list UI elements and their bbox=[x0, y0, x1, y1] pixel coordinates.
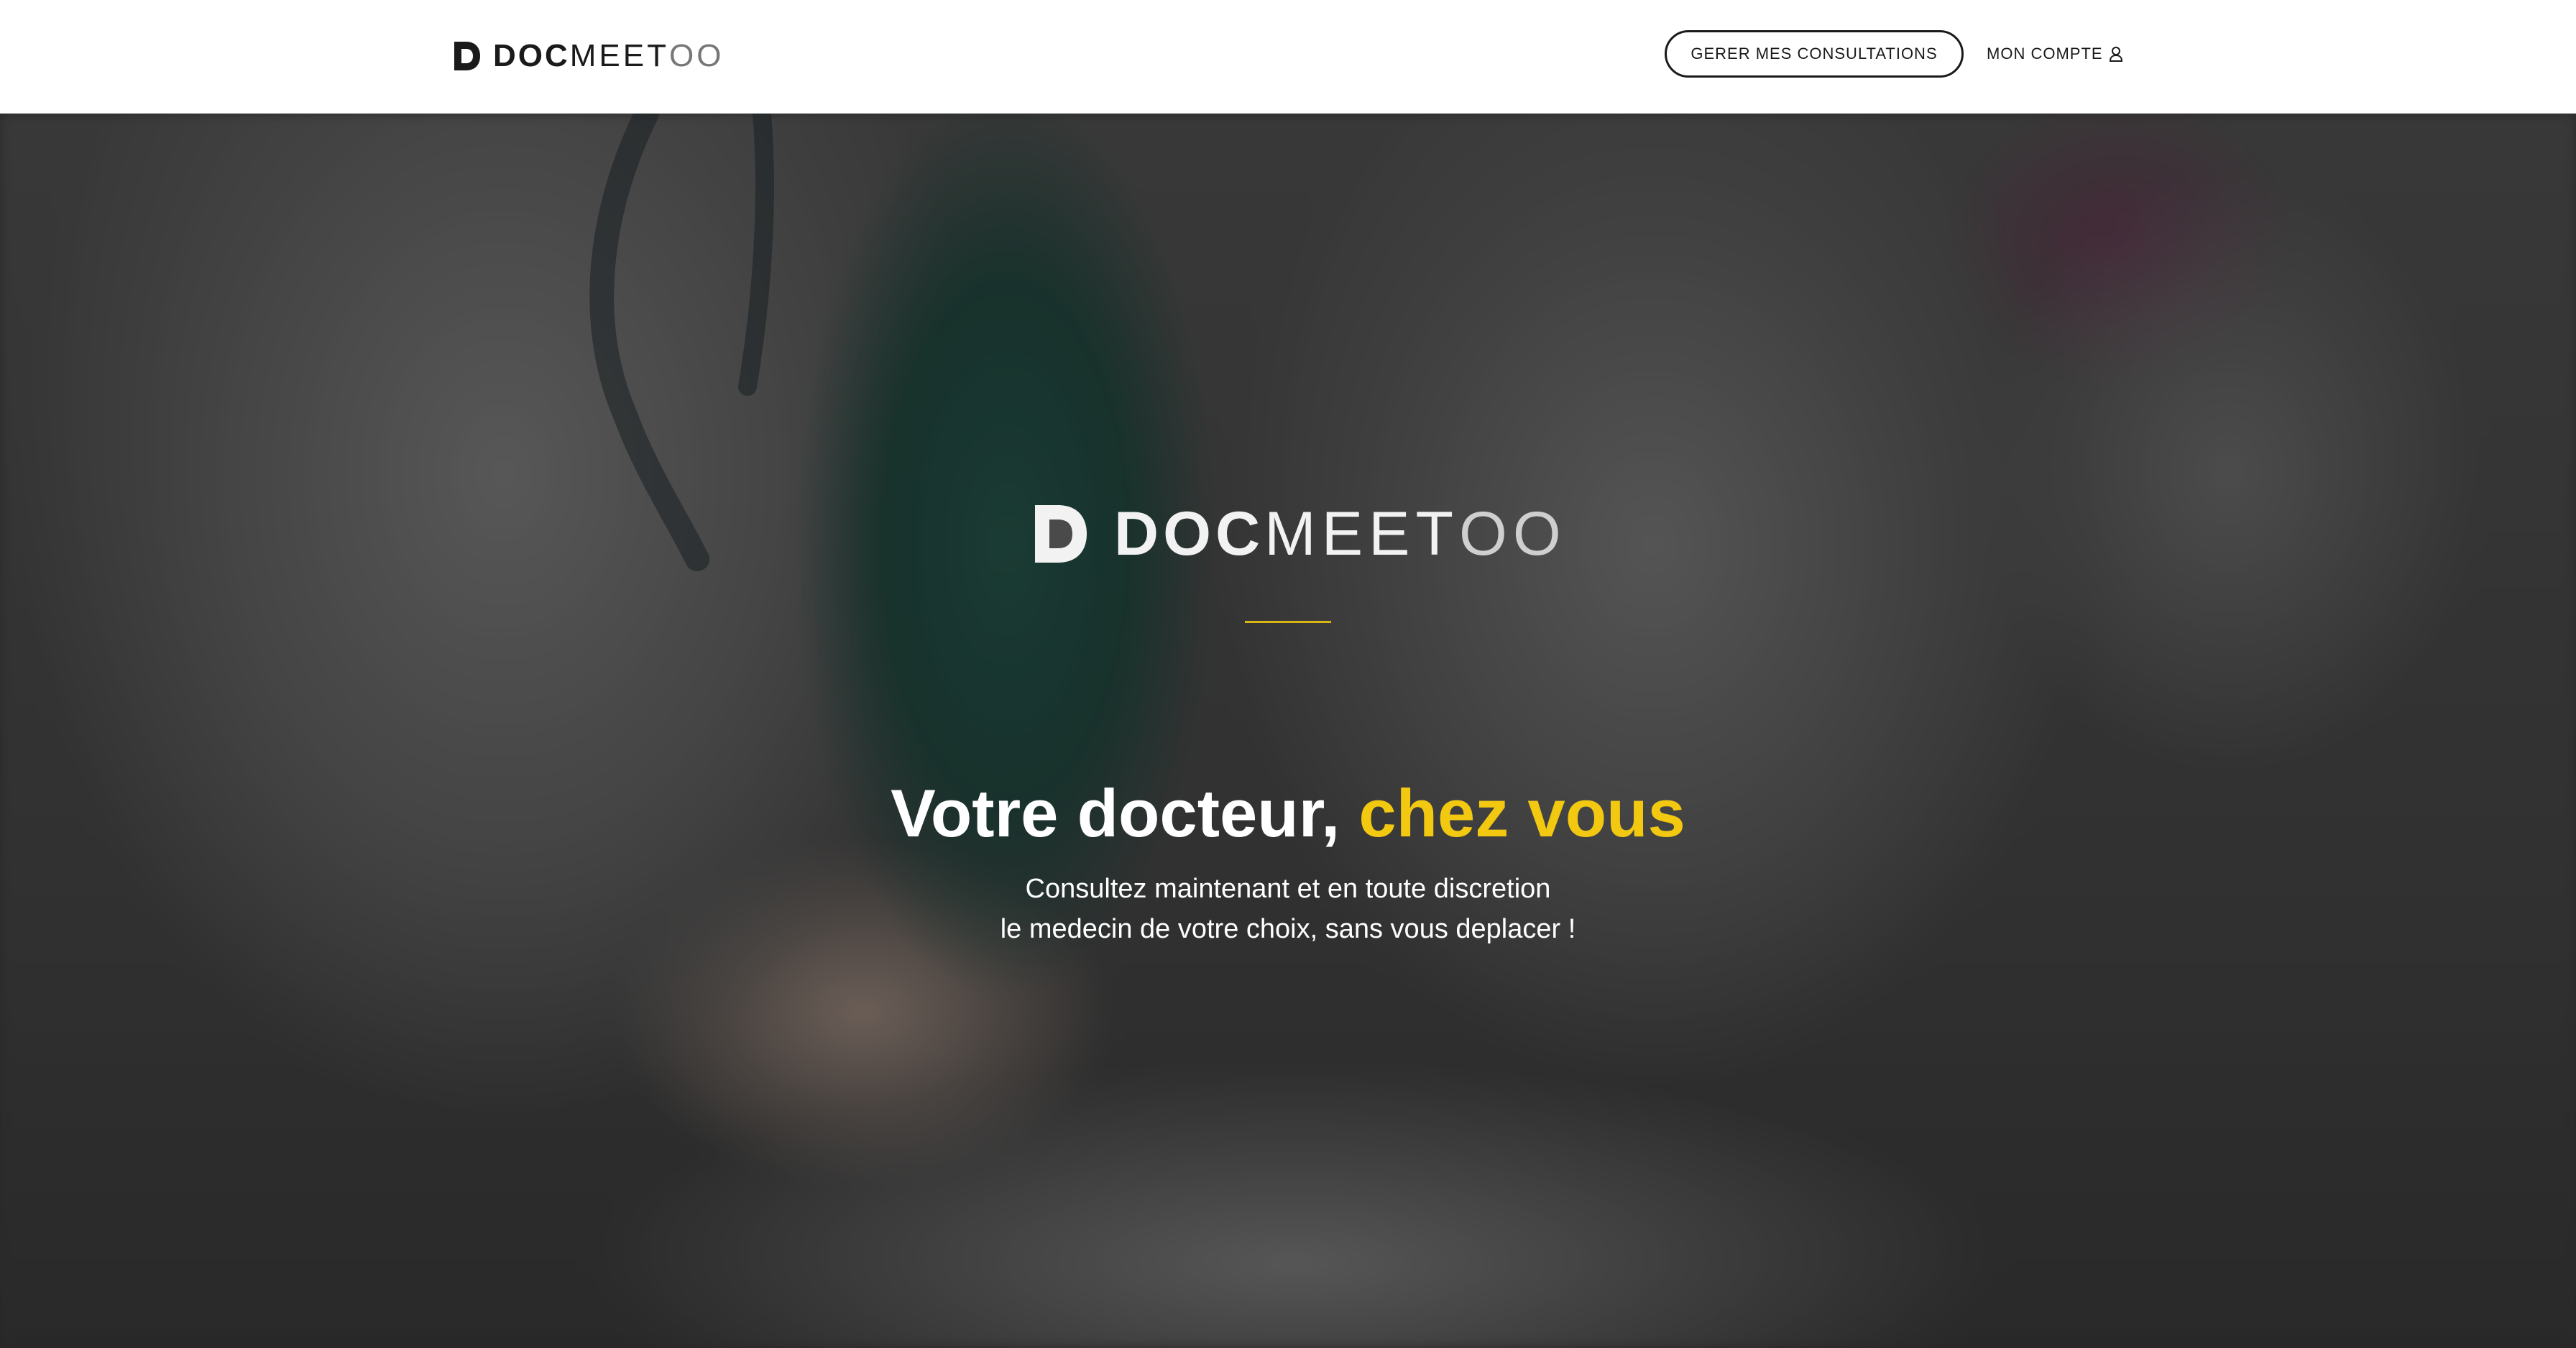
hero-content: DOC MEET OO Votre docteur, chez vous Con… bbox=[0, 114, 2576, 1348]
my-account-label: MON COMPTE bbox=[1987, 45, 2103, 63]
hero-logo-text-doc: DOC bbox=[1114, 499, 1265, 568]
hero-subline-2: le medecin de votre choix, sans vous dep… bbox=[1000, 914, 1576, 944]
logo-text-doc: DOC bbox=[493, 38, 570, 73]
accent-divider bbox=[1245, 621, 1331, 623]
header-logo[interactable]: DOC MEET OO bbox=[451, 36, 724, 76]
hero-logo: DOC MEET OO bbox=[1029, 494, 1567, 573]
logo-d-icon bbox=[454, 42, 480, 70]
hero-logo-text-meet: MEET bbox=[1264, 499, 1460, 568]
hero-subline-1: Consultez maintenant et en toute discret… bbox=[1025, 874, 1551, 904]
hero-logo-text-oo: OO bbox=[1459, 499, 1567, 568]
hero-headline: Votre docteur, chez vous bbox=[0, 775, 2576, 852]
logo-d-icon bbox=[1035, 505, 1087, 563]
logo-text-oo: OO bbox=[669, 38, 724, 73]
user-icon bbox=[2109, 47, 2122, 62]
headline-main: Votre docteur, bbox=[891, 775, 1359, 851]
logo-text-meet: MEET bbox=[569, 38, 670, 73]
my-account-link[interactable]: MON COMPTE bbox=[1987, 42, 2123, 66]
hero-section: DOC MEET OO Votre docteur, chez vous Con… bbox=[0, 114, 2576, 1348]
manage-consultations-button[interactable]: GERER MES CONSULTATIONS bbox=[1665, 30, 1964, 78]
top-header: DOC MEET OO GERER MES CONSULTATIONS MON … bbox=[0, 0, 2576, 114]
headline-accent: chez vous bbox=[1358, 775, 1685, 851]
